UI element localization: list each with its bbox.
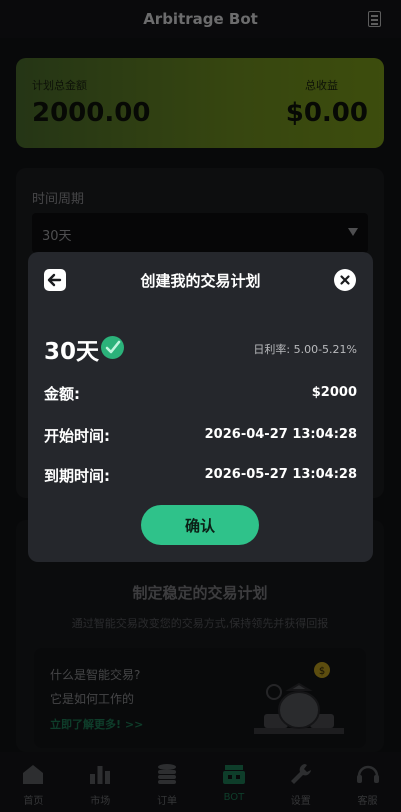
modal-title: 创建我的交易计划 — [140, 272, 261, 290]
close-button[interactable] — [334, 269, 356, 291]
app-root: Arbitrage Bot 计划总金额 2000.00 总收益 $0.00 时间… — [0, 0, 401, 812]
plan-period: 30天 — [44, 339, 100, 365]
check-circle-icon — [101, 336, 124, 359]
close-icon — [340, 275, 350, 285]
end-time-value: 2026-05-27 13:04:28 — [204, 467, 357, 482]
start-time-value: 2026-04-27 13:04:28 — [204, 427, 357, 442]
daily-rate: 日利率: 5.00-5.21% — [253, 341, 357, 357]
amount-label: 金额: — [44, 385, 80, 403]
end-time-label: 到期时间: — [44, 467, 110, 485]
confirm-button[interactable]: 确认 — [141, 505, 259, 545]
daily-rate-value: 5.00-5.21% — [293, 343, 357, 356]
amount-value: $2000 — [311, 385, 357, 400]
create-plan-modal: 创建我的交易计划 30天 日利率: 5.00-5.21% 金额: $2000 开… — [28, 252, 373, 562]
start-time-label: 开始时间: — [44, 427, 110, 445]
daily-rate-label: 日利率: — [253, 343, 291, 356]
